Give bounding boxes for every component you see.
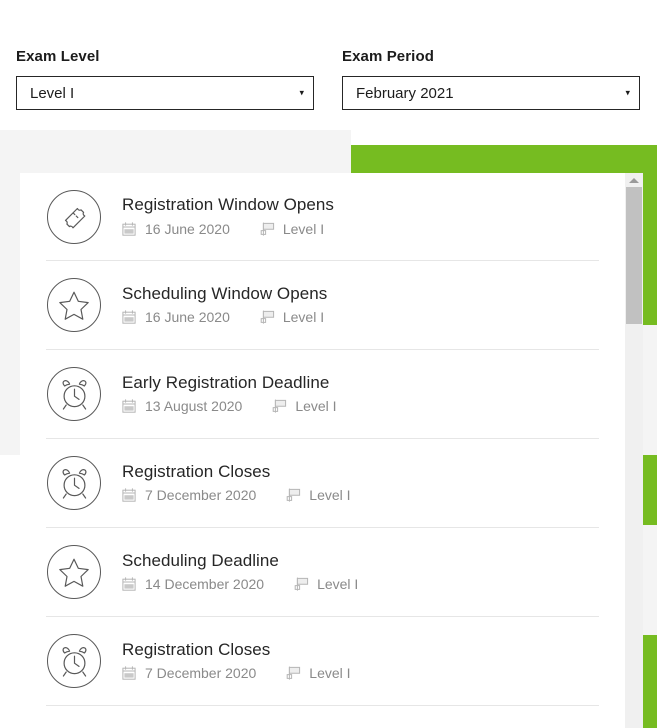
event-level: Level I — [283, 222, 324, 236]
event-level-group: Level I — [260, 222, 324, 236]
scroll-up-arrow-icon[interactable] — [625, 173, 643, 187]
event-list-item[interactable]: Registration Closes 7 December 2020 Level … — [46, 617, 599, 706]
event-level-group: Level I — [286, 488, 350, 502]
calendar-icon — [122, 488, 136, 502]
event-level-group: Level I — [286, 666, 350, 680]
event-meta: 13 August 2020 Level I — [122, 399, 599, 413]
exam-period-select[interactable]: February 2021 ▾ — [342, 76, 640, 110]
calendar-icon — [122, 666, 136, 680]
event-list-item[interactable]: Scheduling Window Opens 16 June 2020 Level… — [46, 261, 599, 350]
event-list-item[interactable]: Registration Window Opens 16 June 2020 Lev… — [46, 173, 599, 261]
event-list-item[interactable]: Registration Closes 7 December 2020 Level … — [46, 439, 599, 528]
exam-level-select[interactable]: Level I ▾ — [16, 76, 314, 110]
event-date-group: 7 December 2020 — [122, 666, 256, 680]
calendar-icon — [122, 577, 136, 591]
exam-schedule-card: Registration Window Opens 16 June 2020 Lev… — [20, 173, 643, 728]
event-date: 13 August 2020 — [145, 399, 242, 413]
filter-bar: Exam Level Level I ▾ Exam Period Februar… — [0, 0, 657, 130]
exam-period-filter: Exam Period February 2021 ▾ — [342, 48, 640, 110]
event-title: Registration Closes — [122, 462, 599, 482]
event-date: 7 December 2020 — [145, 666, 256, 680]
event-title: Scheduling Window Opens — [122, 284, 599, 304]
calendar-icon — [122, 399, 136, 413]
alarm-clock-icon — [47, 367, 101, 421]
event-level: Level I — [309, 488, 350, 502]
flag-tag-icon — [260, 222, 274, 236]
event-list-item[interactable]: Early Registration Deadline 13 August 202… — [46, 350, 599, 439]
event-title: Early Registration Deadline — [122, 373, 599, 393]
event-date: 16 June 2020 — [145, 310, 230, 324]
event-title: Registration Closes — [122, 640, 599, 660]
caret-down-icon: ▾ — [299, 89, 304, 98]
flag-tag-icon — [286, 488, 300, 502]
accent-bar-top — [351, 145, 657, 173]
alarm-clock-icon — [47, 456, 101, 510]
event-level-group: Level I — [294, 577, 358, 591]
event-title: Scheduling Deadline — [122, 551, 599, 571]
flag-tag-icon — [272, 399, 286, 413]
event-level: Level I — [317, 577, 358, 591]
event-date-group: 16 June 2020 — [122, 222, 230, 236]
calendar-icon — [122, 310, 136, 324]
event-date: 16 June 2020 — [145, 222, 230, 236]
event-details: Registration Closes 7 December 2020 Level … — [122, 462, 599, 505]
triangle-up-glyph — [629, 178, 639, 183]
event-list-scrollbar[interactable] — [625, 173, 643, 728]
calendar-icon — [122, 222, 136, 236]
star-icon — [47, 278, 101, 332]
event-meta: 14 December 2020 Level I — [122, 577, 599, 591]
ticket-icon — [47, 190, 101, 244]
event-meta: 7 December 2020 Level I — [122, 666, 599, 680]
event-meta: 16 June 2020 Level I — [122, 222, 599, 236]
event-level-group: Level I — [272, 399, 336, 413]
event-level: Level I — [309, 666, 350, 680]
event-details: Registration Window Opens 16 June 2020 Lev… — [122, 195, 599, 238]
exam-period-label: Exam Period — [342, 48, 640, 65]
event-title: Registration Window Opens — [122, 195, 599, 215]
flag-tag-icon — [294, 577, 308, 591]
event-level: Level I — [283, 310, 324, 324]
alarm-clock-icon — [47, 634, 101, 688]
event-date-group: 16 June 2020 — [122, 310, 230, 324]
event-details: Scheduling Deadline 14 December 2020 Level… — [122, 551, 599, 594]
event-date-group: 13 August 2020 — [122, 399, 242, 413]
event-details: Early Registration Deadline 13 August 202… — [122, 373, 599, 416]
event-details: Registration Closes 7 December 2020 Level … — [122, 640, 599, 683]
exam-level-label: Exam Level — [16, 48, 314, 65]
event-details: Scheduling Window Opens 16 June 2020 Level… — [122, 284, 599, 327]
event-date-group: 7 December 2020 — [122, 488, 256, 502]
event-date: 14 December 2020 — [145, 577, 264, 591]
event-date: 7 December 2020 — [145, 488, 256, 502]
exam-period-selected-value: February 2021 — [343, 86, 454, 101]
flag-tag-icon — [260, 310, 274, 324]
exam-level-filter: Exam Level Level I ▾ — [16, 48, 314, 110]
exam-level-selected-value: Level I — [17, 86, 74, 101]
star-icon — [47, 545, 101, 599]
event-meta: 7 December 2020 Level I — [122, 488, 599, 502]
event-list: Registration Window Opens 16 June 2020 Lev… — [20, 173, 625, 706]
caret-down-icon: ▾ — [625, 89, 630, 98]
event-level: Level I — [295, 399, 336, 413]
event-level-group: Level I — [260, 310, 324, 324]
event-meta: 16 June 2020 Level I — [122, 310, 599, 324]
scroll-thumb[interactable] — [626, 187, 642, 324]
event-list-item[interactable]: Scheduling Deadline 14 December 2020 Level… — [46, 528, 599, 617]
event-date-group: 14 December 2020 — [122, 577, 264, 591]
flag-tag-icon — [286, 666, 300, 680]
